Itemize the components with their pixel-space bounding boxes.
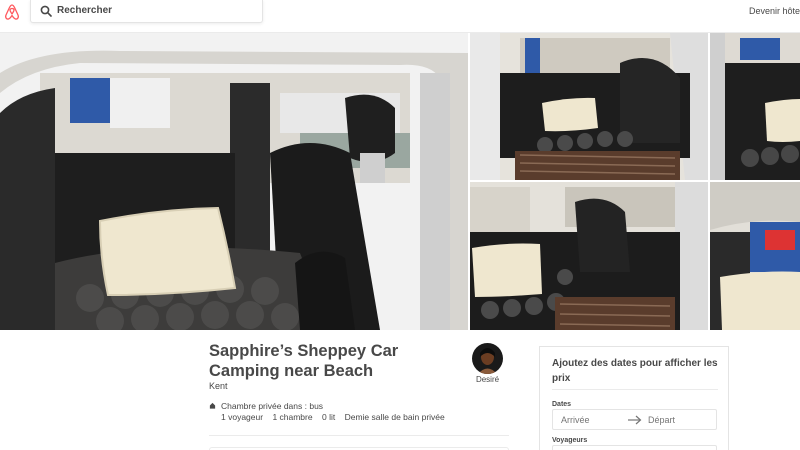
guests-selector[interactable] xyxy=(552,445,717,450)
booking-card: Ajoutez des dates pour afficher les prix… xyxy=(539,346,729,450)
become-host-link[interactable]: Devenir hôte xyxy=(749,6,800,16)
listing-facts: 1 voyageur 1 chambre 0 lit Demie salle d… xyxy=(221,412,452,422)
card-divider xyxy=(552,389,718,390)
listing-photo-2[interactable] xyxy=(470,33,708,180)
section-divider xyxy=(209,435,509,436)
photo-gallery xyxy=(0,33,800,330)
price-prompt: Ajoutez des dates pour afficher les prix xyxy=(552,358,718,384)
guests-label: Voyageurs xyxy=(552,437,588,444)
checkin-input[interactable]: Arrivée xyxy=(561,415,590,425)
listing-title: Sapphire’s Sheppey Car Camping near Beac… xyxy=(209,342,399,380)
listing-city[interactable]: Kent xyxy=(209,381,228,391)
room-type: Chambre privée dans : bus xyxy=(221,401,324,411)
host-avatar[interactable] xyxy=(472,343,503,374)
listing-photo-main[interactable] xyxy=(0,33,468,330)
listing-photo-3[interactable] xyxy=(710,33,800,180)
home-icon xyxy=(209,402,216,409)
search-input[interactable]: Rechercher xyxy=(57,5,112,16)
top-navigation-bar: Rechercher Devenir hôte xyxy=(0,0,800,33)
search-icon xyxy=(40,5,52,17)
fact-bedrooms: 1 chambre xyxy=(272,412,313,422)
fact-beds: 0 lit xyxy=(321,412,336,422)
arrow-right-icon xyxy=(628,415,642,425)
search-bar[interactable]: Rechercher xyxy=(30,0,263,23)
fact-bathroom: Demie salle de bain privée xyxy=(344,412,445,422)
host-name: Desiré xyxy=(475,375,500,384)
date-range-picker[interactable]: Arrivée Départ xyxy=(552,409,717,430)
listing-photo-5[interactable] xyxy=(710,182,800,330)
dates-label: Dates xyxy=(552,401,572,408)
fact-guests: 1 voyageur xyxy=(221,412,264,422)
checkout-input[interactable]: Départ xyxy=(648,415,675,425)
listing-photo-4[interactable] xyxy=(470,182,708,330)
airbnb-logo-icon[interactable] xyxy=(4,3,20,21)
